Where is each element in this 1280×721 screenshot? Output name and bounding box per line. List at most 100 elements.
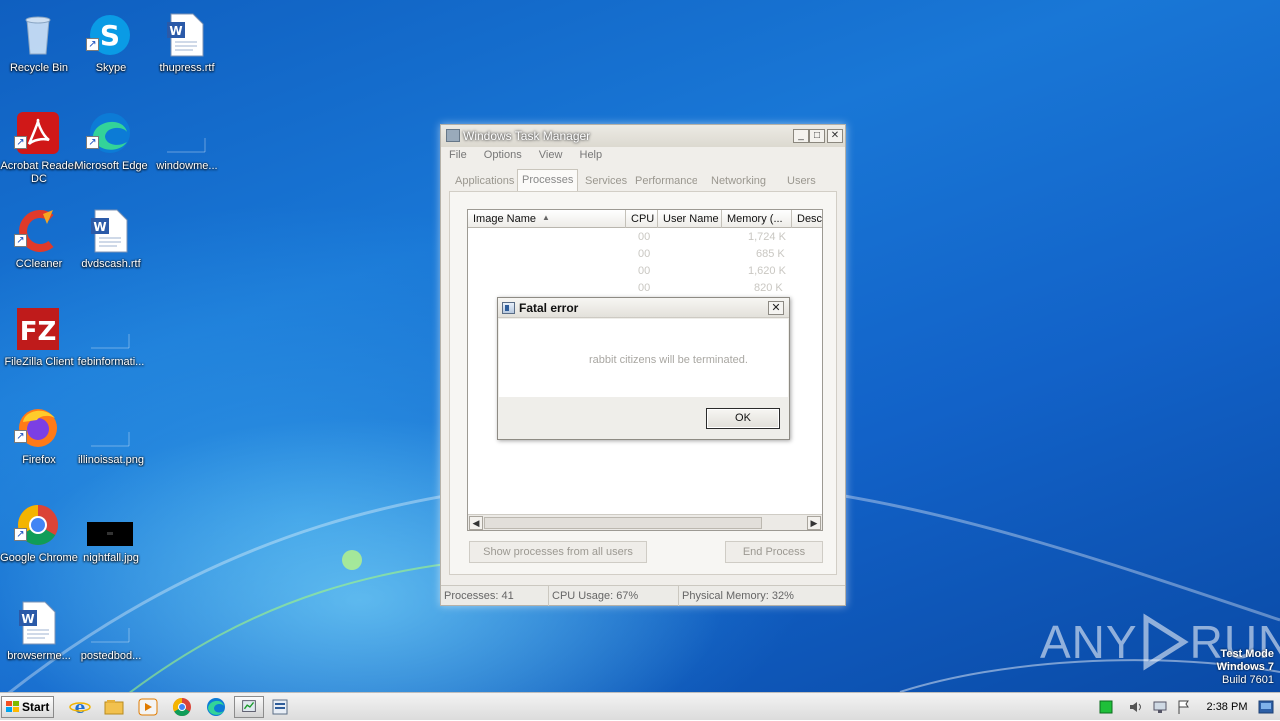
desktop-icon-label: browserme... (7, 650, 71, 662)
desktop-icon-illinoissat[interactable]: illinoissat.png (72, 396, 150, 482)
svg-text:e: e (75, 698, 86, 718)
column-user-name[interactable]: User Name (658, 210, 722, 228)
tab-processes[interactable]: Processes (517, 169, 579, 191)
scrollbar-thumb[interactable] (484, 517, 762, 529)
media-player-icon[interactable] (136, 696, 160, 718)
menu-help[interactable]: Help (580, 149, 603, 161)
desktop-icon-acrobat[interactable]: ↗ Acrobat Reader DC (0, 102, 78, 188)
word-document-icon: W (167, 13, 204, 57)
show-all-processes-button[interactable]: Show processes from all users (469, 541, 647, 563)
network-icon[interactable] (1152, 699, 1168, 715)
shortcut-arrow-icon: ↗ (14, 234, 27, 247)
desktop-icon-label: Recycle Bin (9, 62, 69, 74)
desktop-icon-browserme[interactable]: W browserme... (0, 592, 78, 678)
desktop-icon-label: illinoissat.png (77, 454, 145, 466)
desktop-icon-skype[interactable]: S ↗ Skype (72, 4, 150, 90)
desktop-icon-filezilla[interactable]: FZ FileZilla Client (0, 298, 78, 384)
horizontal-scrollbar[interactable]: ◀ ▶ (468, 514, 822, 530)
table-row[interactable]: 00 820 K (468, 280, 822, 297)
edge-taskbar-icon[interactable] (204, 696, 228, 718)
menu-options[interactable]: Options (484, 149, 522, 161)
word-document-icon: W (91, 209, 128, 253)
cell-cpu: 00 (638, 265, 651, 277)
desktop-icon-recycle-bin[interactable]: Recycle Bin (0, 4, 78, 90)
chrome-taskbar-icon[interactable] (170, 696, 194, 718)
task-manager-menubar: File Options View Help (449, 149, 616, 165)
shortcut-arrow-icon: ↗ (14, 528, 27, 541)
desktop-icon-febinformati[interactable]: febinformati... (72, 298, 150, 384)
sort-ascending-icon: ▲ (542, 213, 550, 222)
desktop-icon-nightfall[interactable]: nightfall.jpg (72, 494, 150, 580)
table-row[interactable]: 00 685 K (468, 246, 822, 263)
firefox-icon (19, 409, 57, 447)
desktop-icon-windowme[interactable]: windowme... (148, 102, 226, 188)
desktop-icon-label: febinformati... (77, 356, 145, 368)
desktop-icon-dvdscash[interactable]: W dvdscash.rtf (72, 200, 150, 286)
system-tray (1092, 695, 1202, 719)
desktop-icon-postedbod[interactable]: postedbod... (72, 592, 150, 678)
flag-icon[interactable] (1176, 699, 1192, 715)
show-desktop-icon[interactable] (1258, 700, 1274, 714)
column-description[interactable]: Desc (792, 210, 824, 228)
desktop-icon-label: Google Chrome (0, 552, 78, 564)
blank-file-icon (91, 628, 130, 643)
desktop-icon-ccleaner[interactable]: ↗ CCleaner (0, 200, 78, 286)
tab-applications[interactable]: Applications (451, 171, 518, 191)
dialog-message: rabbit citizens will be terminated. (589, 354, 748, 366)
task-manager-titlebar[interactable]: Windows Task Manager (441, 125, 845, 147)
scroll-right-icon[interactable]: ▶ (807, 516, 821, 530)
desktop-icon-firefox[interactable]: ↗ Firefox (0, 396, 78, 482)
svg-text:W: W (21, 612, 34, 626)
maximize-button[interactable]: □ (809, 129, 825, 143)
cell-cpu: 00 (638, 282, 651, 294)
word-document-icon: W (19, 601, 56, 645)
tab-users[interactable]: Users (783, 171, 820, 191)
table-row[interactable]: 00 1,724 K (468, 229, 822, 246)
chrome-icon (18, 505, 58, 545)
taskbar-clock[interactable]: 2:38 PM (1204, 693, 1250, 721)
dialog-titlebar[interactable]: Fatal error (498, 298, 789, 318)
action-center-icon[interactable] (1098, 699, 1114, 715)
column-cpu[interactable]: CPU (626, 210, 658, 228)
ok-button[interactable]: OK (706, 408, 780, 429)
dialog-title: Fatal error (519, 301, 579, 315)
start-button[interactable]: Start (1, 696, 54, 718)
column-memory[interactable]: Memory (... (722, 210, 792, 228)
volume-icon[interactable] (1128, 699, 1144, 715)
cell-memory: 1,724 K (748, 231, 786, 243)
desktop-icon-label: Acrobat Reader DC (0, 160, 78, 185)
desktop-icon-edge[interactable]: ↗ Microsoft Edge (72, 102, 150, 188)
status-bar: Processes: 41 CPU Usage: 67% Physical Me… (441, 585, 845, 606)
close-button[interactable]: ✕ (827, 129, 843, 143)
tab-performance[interactable]: Performance (631, 171, 697, 191)
cell-cpu: 00 (638, 248, 651, 260)
scroll-left-icon[interactable]: ◀ (469, 516, 483, 530)
status-cpu-usage: CPU Usage: 67% (549, 586, 679, 606)
cell-memory: 685 K (756, 248, 785, 260)
tab-services[interactable]: Services (581, 171, 631, 191)
blank-file-icon (167, 138, 206, 153)
tab-networking[interactable]: Networking (707, 171, 777, 191)
end-process-button[interactable]: End Process (725, 541, 823, 563)
blank-file-icon (91, 334, 130, 349)
svg-text:S: S (100, 19, 120, 52)
fatal-error-dialog: Fatal error ✕ rabbit citizens will be te… (497, 297, 790, 440)
desktop-icon-label: postedbod... (80, 650, 142, 662)
table-row[interactable]: 00 1,620 K (468, 263, 822, 280)
desktop-icon-thupress[interactable]: W thupress.rtf (148, 4, 226, 90)
dialog-close-button[interactable]: ✕ (768, 301, 784, 315)
test-mode-label: Test Mode (1220, 648, 1274, 660)
test-mode-notice: Test Mode Windows 7 Build 7601 (1217, 648, 1274, 687)
edge-icon (90, 113, 130, 153)
dialog-taskbar-icon[interactable] (268, 696, 292, 718)
internet-explorer-icon[interactable]: e (68, 696, 92, 718)
menu-file[interactable]: File (449, 149, 467, 161)
desktop-icon-chrome[interactable]: ↗ Google Chrome (0, 494, 78, 580)
taskbar: Start e 2:38 PM (0, 692, 1280, 720)
task-manager-taskbar-icon[interactable] (234, 696, 264, 718)
anyrun-brand-left: ANY (1040, 616, 1138, 668)
image-thumbnail-icon (87, 522, 133, 546)
minimize-button[interactable]: _ (793, 129, 809, 143)
file-explorer-icon[interactable] (102, 696, 126, 718)
menu-view[interactable]: View (539, 149, 563, 161)
